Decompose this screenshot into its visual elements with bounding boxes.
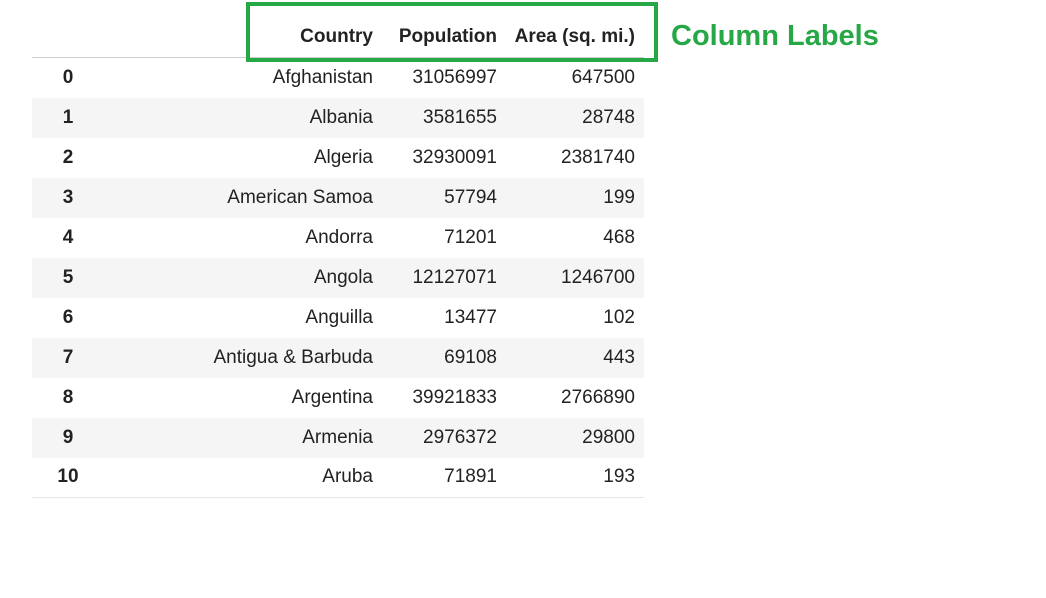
population-cell: 13477: [444, 306, 497, 328]
area-cell: 28748: [582, 106, 635, 128]
population-cell: 69108: [444, 346, 497, 368]
column-labels-annotation: Column Labels: [671, 20, 879, 52]
row-index: 5: [62, 266, 74, 288]
country-cell: Albania: [309, 106, 373, 128]
dataframe-table: Country Population Area (sq. mi.) 0 Afgh…: [32, 16, 644, 498]
area-cell: 2766890: [561, 386, 635, 408]
column-labels-highlight-box: [246, 2, 658, 62]
population-cell: 3581655: [423, 106, 497, 128]
index-header: [32, 16, 104, 58]
country-cell: Aruba: [104, 457, 382, 498]
table-row: 10 Aruba 71891 193: [32, 457, 644, 498]
table-row: 7 Antigua & Barbuda 69108 443: [32, 337, 644, 378]
table-row: 2 Algeria 32930091 2381740: [32, 138, 644, 178]
row-index: 8: [62, 386, 74, 408]
table-row: 0 Afghanistan 31056997 647500: [32, 58, 644, 98]
area-cell: 29800: [582, 426, 635, 448]
row-index: 9: [62, 426, 74, 448]
area-cell: 193: [506, 457, 644, 498]
row-index: 1: [62, 106, 74, 128]
country-cell: Antigua & Barbuda: [213, 346, 373, 368]
row-index: 7: [62, 346, 74, 368]
population-cell: 2976372: [423, 426, 497, 448]
area-cell: 647500: [571, 66, 635, 88]
row-index: 6: [62, 306, 74, 328]
population-cell: 39921833: [412, 386, 497, 408]
population-cell: 32930091: [412, 146, 497, 168]
row-index: 2: [62, 146, 74, 168]
area-cell: 199: [603, 186, 635, 208]
table-body: 0 Afghanistan 31056997 647500 1 Albania …: [32, 58, 644, 498]
table-row: 1 Albania 3581655 28748: [32, 97, 644, 138]
area-cell: 443: [603, 346, 635, 368]
population-cell: 31056997: [412, 66, 497, 88]
table-row: 4 Andorra 71201 468: [32, 218, 644, 258]
table-row: 9 Armenia 2976372 29800: [32, 417, 644, 458]
row-index: 10: [32, 457, 104, 498]
country-cell: Algeria: [313, 146, 373, 168]
area-cell: 1246700: [561, 266, 635, 288]
country-cell: Argentina: [291, 386, 373, 408]
population-cell: 71201: [444, 226, 497, 248]
table-row: 5 Angola 12127071 1246700: [32, 257, 644, 298]
population-cell: 71891: [382, 457, 506, 498]
row-index: 4: [62, 226, 74, 248]
population-cell: 57794: [444, 186, 497, 208]
country-cell: Anguilla: [305, 306, 373, 328]
area-cell: 102: [603, 306, 635, 328]
country-cell: Andorra: [305, 226, 373, 248]
table-row: 8 Argentina 39921833 2766890: [32, 378, 644, 418]
country-cell: Afghanistan: [272, 66, 373, 88]
country-cell: Armenia: [302, 426, 373, 448]
area-cell: 468: [603, 226, 635, 248]
row-index: 3: [62, 186, 74, 208]
population-cell: 12127071: [412, 266, 497, 288]
country-cell: American Samoa: [227, 186, 373, 208]
row-index: 0: [62, 66, 74, 88]
area-cell: 2381740: [561, 146, 635, 168]
country-cell: Angola: [313, 266, 373, 288]
table-row: 3 American Samoa 57794 199: [32, 177, 644, 218]
table-row: 6 Anguilla 13477 102: [32, 298, 644, 338]
